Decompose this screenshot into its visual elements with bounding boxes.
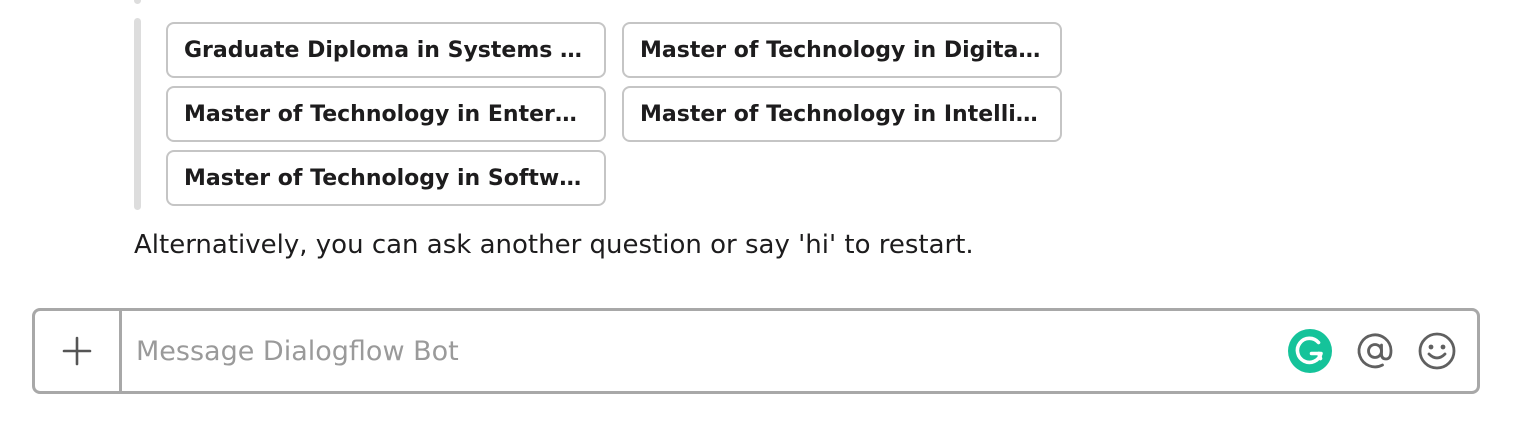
attachment-bar — [134, 18, 141, 210]
composer-actions — [1287, 311, 1477, 391]
mention-button[interactable] — [1355, 331, 1395, 371]
message-input[interactable] — [122, 311, 1287, 391]
emoji-button[interactable] — [1417, 331, 1457, 371]
quick-reply-label: Master of Technology in Softwar... — [184, 165, 588, 191]
quick-reply-label: Graduate Diploma in Systems A... — [184, 37, 588, 63]
bot-message-text: Alternatively, you can ask another quest… — [134, 230, 974, 260]
quick-reply-button[interactable]: Graduate Diploma in Systems A... — [166, 22, 606, 78]
plus-icon — [62, 336, 92, 366]
message-composer — [32, 308, 1480, 394]
add-attachment-button[interactable] — [35, 311, 122, 391]
quick-reply-button[interactable]: Master of Technology in Softwar... — [166, 150, 606, 206]
emoji-icon — [1418, 332, 1456, 370]
quick-reply-button[interactable]: Master of Technology in Enterpr... — [166, 86, 606, 142]
quick-reply-label: Master of Technology in Enterpr... — [184, 101, 588, 127]
chat-canvas: Graduate Diploma in Systems A... Master … — [0, 0, 1518, 436]
quick-reply-label: Master of Technology in Digital ... — [640, 37, 1044, 63]
at-icon — [1357, 333, 1393, 369]
quick-reply-label: Master of Technology in Intellig... — [640, 101, 1044, 127]
previous-attachment-bar — [134, 0, 141, 4]
quick-reply-button[interactable]: Master of Technology in Digital ... — [622, 22, 1062, 78]
grammarly-button[interactable] — [1287, 328, 1333, 374]
grammarly-icon — [1288, 329, 1332, 373]
quick-reply-button[interactable]: Master of Technology in Intellig... — [622, 86, 1062, 142]
